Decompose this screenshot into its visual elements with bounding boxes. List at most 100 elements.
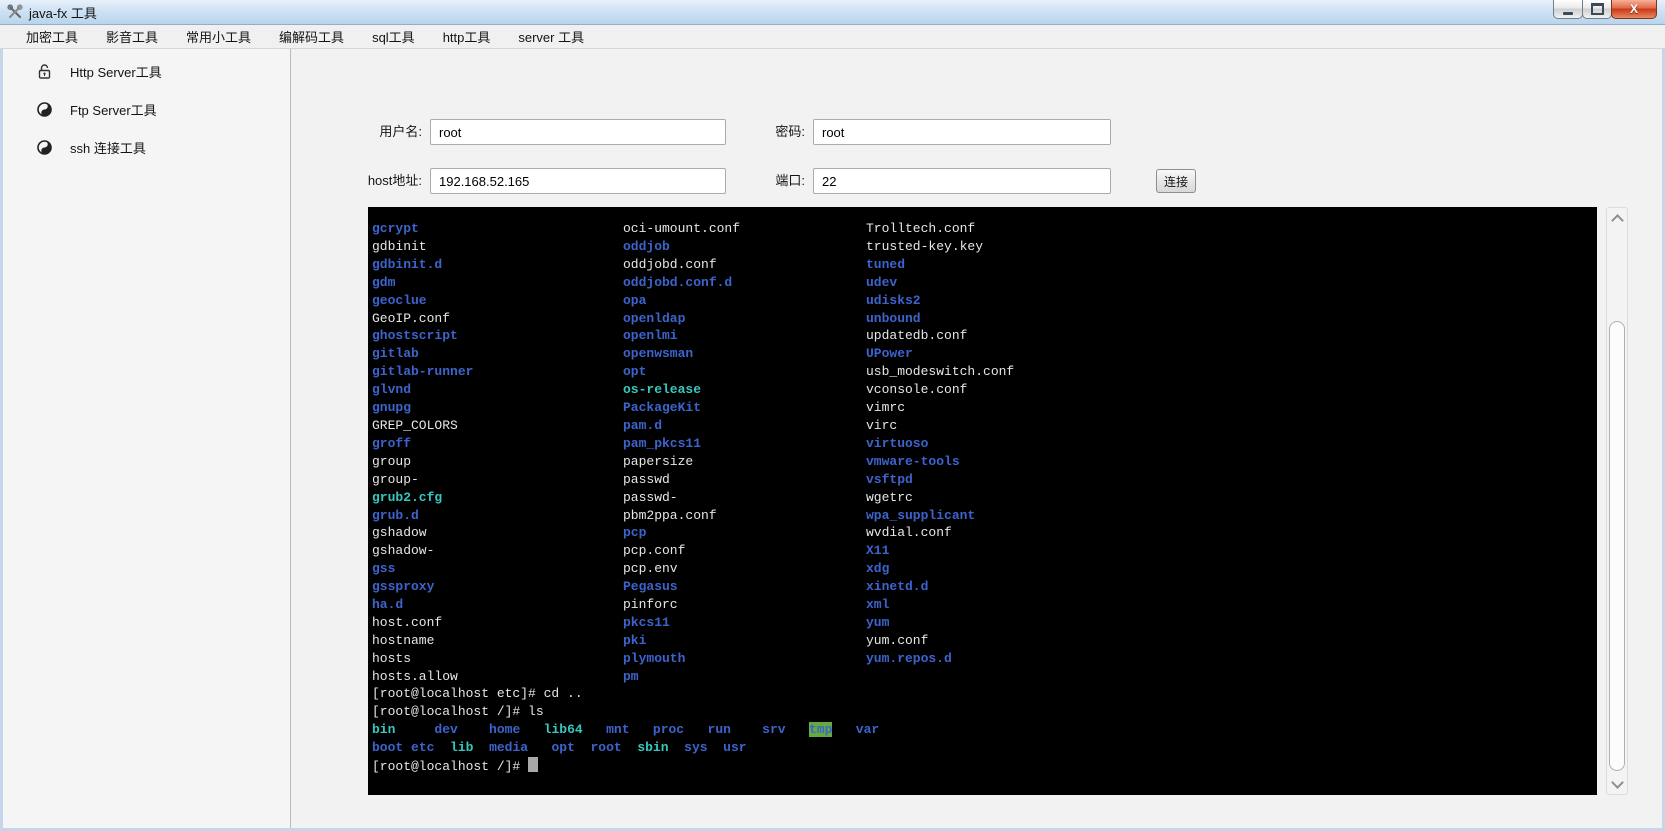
prompt-text: [575, 740, 591, 755]
prompt-text: [708, 740, 724, 755]
minimize-button[interactable]: [1553, 0, 1583, 19]
menu-item-6[interactable]: server 工具: [504, 27, 598, 46]
sidebar-item-ftp-server[interactable]: Ftp Server工具: [3, 90, 290, 128]
maximize-icon: [1591, 3, 1604, 15]
dir-entry: openwsman: [623, 346, 693, 361]
dir-entry: yum: [866, 615, 889, 630]
dir-entry: sys: [684, 740, 707, 755]
prompt-text: [669, 740, 685, 755]
file-entry: gdbinit: [372, 239, 427, 254]
dir-entry: run: [708, 722, 731, 737]
file-entry: pcp.env: [623, 561, 678, 576]
menu-item-5[interactable]: http工具: [429, 27, 505, 46]
connect-button[interactable]: 连接: [1156, 169, 1196, 193]
prompt-text: [684, 722, 707, 737]
dir-entry: Pegasus: [623, 579, 678, 594]
username-input[interactable]: [430, 119, 726, 145]
main-panel: 用户名: 密码: host地址: 端口: 连接 gcryptgdbinitgdb…: [292, 49, 1662, 828]
menu-bar: 加密工具影音工具常用小工具编解码工具sql工具http工具server 工具: [0, 25, 1665, 49]
host-label: host地址:: [312, 168, 422, 194]
dir-entry: X11: [866, 543, 889, 558]
dir-entry: gdbinit.d: [372, 257, 442, 272]
file-entry: GREP_COLORS: [372, 418, 458, 433]
close-icon: X: [1630, 3, 1638, 15]
symlink-entry: grub2.cfg: [372, 490, 442, 505]
maximize-button[interactable]: [1582, 0, 1612, 19]
prompt-text: [630, 722, 653, 737]
dir-entry: geoclue: [372, 293, 427, 308]
dir-entry: media: [489, 740, 528, 755]
file-entry: vconsole.conf: [866, 382, 967, 397]
prompt-text: [528, 740, 551, 755]
terminal-cursor: [528, 757, 538, 772]
file-entry: updatedb.conf: [866, 328, 967, 343]
window-controls: X: [1554, 0, 1657, 19]
dir-entry: opt: [551, 740, 574, 755]
terminal-scrollbar[interactable]: [1606, 207, 1628, 795]
file-entry: group-: [372, 472, 419, 487]
dir-entry: pkcs11: [623, 615, 670, 630]
dir-entry: etc: [411, 740, 434, 755]
dir-entry: pki: [623, 633, 646, 648]
file-entry: hosts: [372, 651, 411, 666]
menu-item-3[interactable]: 编解码工具: [265, 27, 358, 46]
file-entry: passwd-: [623, 490, 678, 505]
dir-entry: UPower: [866, 346, 913, 361]
prompt-text: [786, 722, 809, 737]
prompt-text: [root@localhost /]# ls: [372, 704, 544, 719]
prompt-text: [473, 740, 489, 755]
window-title: java-fx 工具: [29, 3, 97, 22]
sidebar-item-http-server[interactable]: Http Server工具: [3, 52, 290, 90]
file-entry: hostname: [372, 633, 434, 648]
terminal-listing-column-1: oci-umount.confoddjoboddjobd.confoddjobd…: [623, 220, 740, 686]
dir-entry: oddjob: [623, 239, 670, 254]
symlink-entry: lib: [450, 740, 473, 755]
scroll-down-button[interactable]: [1607, 776, 1627, 792]
file-entry: virc: [866, 418, 897, 433]
sidebar-item-ssh-connect[interactable]: ssh 连接工具: [3, 128, 290, 166]
dir-entry: udisks2: [866, 293, 921, 308]
dir-entry: var: [856, 722, 879, 737]
file-entry: yum.conf: [866, 633, 928, 648]
file-entry: pcp.conf: [623, 543, 685, 558]
menu-item-4[interactable]: sql工具: [358, 27, 429, 46]
dir-entry: vsftpd: [866, 472, 913, 487]
menu-item-0[interactable]: 加密工具: [12, 27, 92, 46]
dir-entry: glvnd: [372, 382, 411, 397]
sidebar-item-label: Http Server工具: [70, 62, 162, 81]
file-entry: vimrc: [866, 400, 905, 415]
dir-entry: gnupg: [372, 400, 411, 415]
dir-entry: pm: [623, 669, 639, 684]
prompt-text: [434, 740, 450, 755]
dir-entry: root: [591, 740, 622, 755]
sidebar: Http Server工具 Ftp Server工具 ssh 连接工具: [3, 49, 291, 828]
prompt-text: [731, 722, 762, 737]
file-entry: gshadow: [372, 525, 427, 540]
menu-item-1[interactable]: 影音工具: [92, 27, 172, 46]
dir-entry: tuned: [866, 257, 905, 272]
prompt-text: [583, 722, 606, 737]
file-entry: wgetrc: [866, 490, 913, 505]
dir-entry: proc: [653, 722, 684, 737]
port-input[interactable]: [813, 168, 1111, 194]
dir-entry: PackageKit: [623, 400, 701, 415]
scroll-up-button[interactable]: [1607, 210, 1627, 226]
host-input[interactable]: [430, 168, 726, 194]
terminal-output[interactable]: gcryptgdbinitgdbinit.dgdmgeoclueGeoIP.co…: [368, 207, 1597, 795]
sidebar-item-label: ssh 连接工具: [70, 138, 146, 157]
terminal-listing-column-0: gcryptgdbinitgdbinit.dgdmgeoclueGeoIP.co…: [372, 220, 473, 686]
file-entry: passwd: [623, 472, 670, 487]
dir-entry: srv: [762, 722, 785, 737]
file-entry: gshadow-: [372, 543, 434, 558]
dir-entry: openlmi: [623, 328, 678, 343]
file-entry: trusted-key.key: [866, 239, 983, 254]
scrollbar-thumb[interactable]: [1609, 321, 1625, 771]
password-input[interactable]: [813, 119, 1111, 145]
symlink-entry: lib64: [544, 722, 583, 737]
close-button[interactable]: X: [1611, 0, 1657, 19]
dir-entry: pcp: [623, 525, 646, 540]
dir-entry: pam.d: [623, 418, 662, 433]
menu-item-2[interactable]: 常用小工具: [172, 27, 265, 46]
sticky-dir-entry: tmp: [809, 722, 832, 737]
dir-entry: ghostscript: [372, 328, 458, 343]
